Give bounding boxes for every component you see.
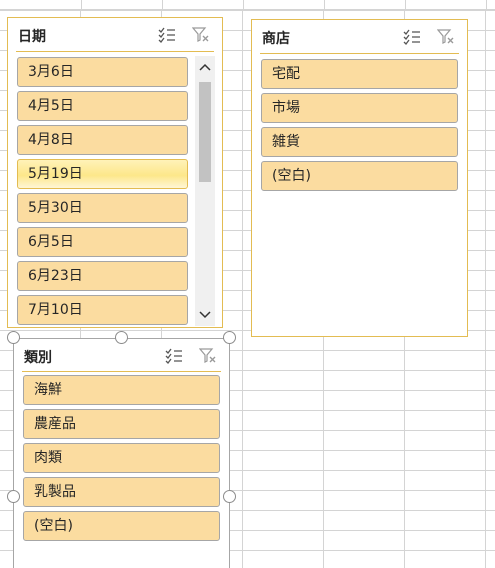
slicer-item-date-hovered[interactable]: 5月19日 bbox=[17, 159, 188, 189]
slicer-item-date[interactable]: 6月5日 bbox=[17, 227, 188, 257]
store-slicer[interactable]: 商店 宅配 市場 雑貨 (空白) bbox=[251, 19, 468, 337]
slicer-item-store[interactable]: 市場 bbox=[261, 93, 458, 123]
scrollbar-thumb[interactable] bbox=[199, 82, 211, 182]
slicer-item-category[interactable]: 海鮮 bbox=[23, 375, 220, 405]
date-slicer[interactable]: 日期 3月6日 4月5日 4月8日 5月19日 5月30日 6月5日 6月23日… bbox=[7, 17, 223, 328]
column-header-strip bbox=[0, 0, 495, 10]
clear-filter-icon[interactable] bbox=[191, 27, 210, 43]
slicer-header: 商店 bbox=[260, 20, 459, 54]
chevron-down-icon[interactable] bbox=[195, 308, 215, 324]
slicer-items: 宅配 市場 雑貨 (空白) bbox=[261, 59, 458, 195]
slicer-items: 海鮮 農産品 肉類 乳製品 (空白) bbox=[23, 375, 220, 545]
slicer-item-store[interactable]: 宅配 bbox=[261, 59, 458, 89]
slicer-title: 商店 bbox=[262, 31, 290, 47]
resize-handle-top-right[interactable] bbox=[223, 331, 236, 344]
resize-handle-middle-right[interactable] bbox=[223, 490, 236, 503]
slicer-scrollbar[interactable] bbox=[195, 56, 215, 326]
clear-filter-icon[interactable] bbox=[436, 29, 455, 45]
category-slicer[interactable]: 類別 海鮮 農産品 肉類 乳製品 (空白) bbox=[13, 338, 230, 568]
slicer-item-date[interactable]: 3月6日 bbox=[17, 57, 188, 87]
clear-filter-icon[interactable] bbox=[198, 348, 217, 364]
slicer-header: 日期 bbox=[16, 18, 214, 52]
slicer-items: 3月6日 4月5日 4月8日 5月19日 5月30日 6月5日 6月23日 7月… bbox=[17, 57, 188, 329]
slicer-item-date[interactable]: 7月10日 bbox=[17, 295, 188, 325]
slicer-item-date[interactable]: 6月23日 bbox=[17, 261, 188, 291]
resize-handle-top-center[interactable] bbox=[115, 331, 128, 344]
slicer-item-date[interactable]: 4月5日 bbox=[17, 91, 188, 121]
slicer-item-date[interactable]: 5月30日 bbox=[17, 193, 188, 223]
slicer-item-date[interactable]: 4月8日 bbox=[17, 125, 188, 155]
multi-select-icon[interactable] bbox=[403, 29, 421, 45]
multi-select-icon[interactable] bbox=[158, 27, 176, 43]
slicer-item-store[interactable]: (空白) bbox=[261, 161, 458, 191]
slicer-item-store[interactable]: 雑貨 bbox=[261, 127, 458, 157]
slicer-item-category[interactable]: 肉類 bbox=[23, 443, 220, 473]
slicer-item-category[interactable]: (空白) bbox=[23, 511, 220, 541]
chevron-up-icon[interactable] bbox=[195, 60, 215, 76]
resize-handle-top-left[interactable] bbox=[7, 331, 20, 344]
slicer-title: 日期 bbox=[18, 29, 46, 45]
slicer-title: 類別 bbox=[24, 350, 52, 366]
slicer-item-category[interactable]: 乳製品 bbox=[23, 477, 220, 507]
resize-handle-middle-left[interactable] bbox=[7, 490, 20, 503]
multi-select-icon[interactable] bbox=[165, 348, 183, 364]
slicer-item-category[interactable]: 農産品 bbox=[23, 409, 220, 439]
